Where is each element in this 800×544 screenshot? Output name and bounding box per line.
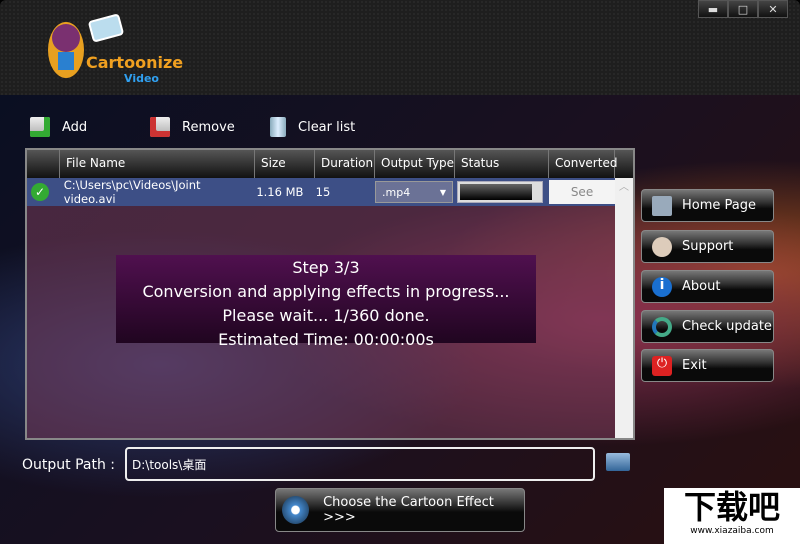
support-person-icon [652,236,672,257]
step-text: Step 3/3 [292,258,360,277]
gear-icon [282,496,310,524]
remove-button[interactable]: Remove [150,117,235,137]
col-duration[interactable]: Duration [315,150,375,178]
status-progress-bar [457,181,544,203]
watermark-big: 下载吧 [683,488,780,526]
output-type-select[interactable]: .mp4 ▼ [375,181,454,203]
support-button[interactable]: Support [641,230,774,263]
choose-effect-label: Choose the Cartoon Effect >>> [323,495,494,525]
svg-text:Video: Video [124,72,159,85]
file-size: 1.16 MB [256,185,304,199]
output-type-value: .mp4 [382,185,411,199]
chevron-down-icon: ▼ [439,187,447,197]
minimize-button[interactable]: ▬ [698,0,728,18]
choose-effect-button[interactable]: Choose the Cartoon Effect >>> [275,488,525,532]
watermark-logo: 下载吧 www.xiazaiba.com [664,488,800,544]
output-path-input[interactable] [125,447,595,481]
header: Cartoonize Video ▬ □ ✕ [0,0,800,95]
col-output-type[interactable]: Output Type [375,150,455,178]
check-update-button[interactable]: Check update [641,310,774,343]
see-button[interactable]: See [549,180,616,204]
add-button[interactable]: Add [30,117,87,137]
col-check[interactable] [27,150,60,178]
about-label: About [682,279,721,294]
table-row[interactable]: ✓ C:\Users\pc\Videos\Joint video.avi 1.1… [27,178,616,206]
close-button[interactable]: ✕ [758,0,788,18]
check-update-label: Check update [682,319,772,334]
support-label: Support [682,239,734,254]
status-text: Conversion and applying effects in progr… [142,282,510,301]
col-file-name[interactable]: File Name [60,150,255,178]
home-page-label: Home Page [682,198,756,213]
home-page-button[interactable]: Home Page [641,189,774,222]
vertical-scrollbar[interactable]: ︿ [615,178,633,438]
refresh-icon [652,316,672,337]
check-icon: ✓ [31,183,49,201]
add-file-icon [30,117,50,137]
add-label: Add [62,119,88,135]
exit-label: Exit [682,358,707,373]
scroll-up-icon[interactable]: ︿ [619,182,629,193]
col-size[interactable]: Size [255,150,315,178]
about-button[interactable]: i About [641,270,774,303]
recycle-bin-icon [270,117,286,137]
col-status[interactable]: Status [455,150,549,178]
home-icon [652,195,672,216]
remove-label: Remove [182,119,235,135]
svg-text:Cartoonize: Cartoonize [86,53,183,72]
info-icon: i [652,276,672,297]
exit-button[interactable]: ⏻ Exit [641,349,774,382]
folder-icon[interactable] [606,453,630,471]
output-path-label: Output Path : [22,457,116,473]
col-converted[interactable]: Converted [549,150,617,178]
power-icon: ⏻ [652,355,672,376]
remove-file-icon [150,117,170,137]
clear-label: Clear list [298,119,356,135]
progress-overlay: Step 3/3 Conversion and applying effects… [116,255,536,349]
eta-text: Estimated Time: 00:00:00s [218,330,434,349]
count-text: Please wait... 1/360 done. [222,306,430,325]
clear-list-button[interactable]: Clear list [270,117,355,137]
table-header: File Name Size Duration Output Type Stat… [27,150,633,178]
file-duration: 15 [315,185,331,199]
main-panel: Add Remove Clear list File Name Size Dur… [0,95,800,544]
cartoonize-video-logo: Cartoonize Video [48,14,183,85]
watermark-small: www.xiazaiba.com [690,526,774,536]
maximize-button[interactable]: □ [728,0,758,18]
file-name: C:\Users\pc\Videos\Joint video.avi [63,178,201,206]
